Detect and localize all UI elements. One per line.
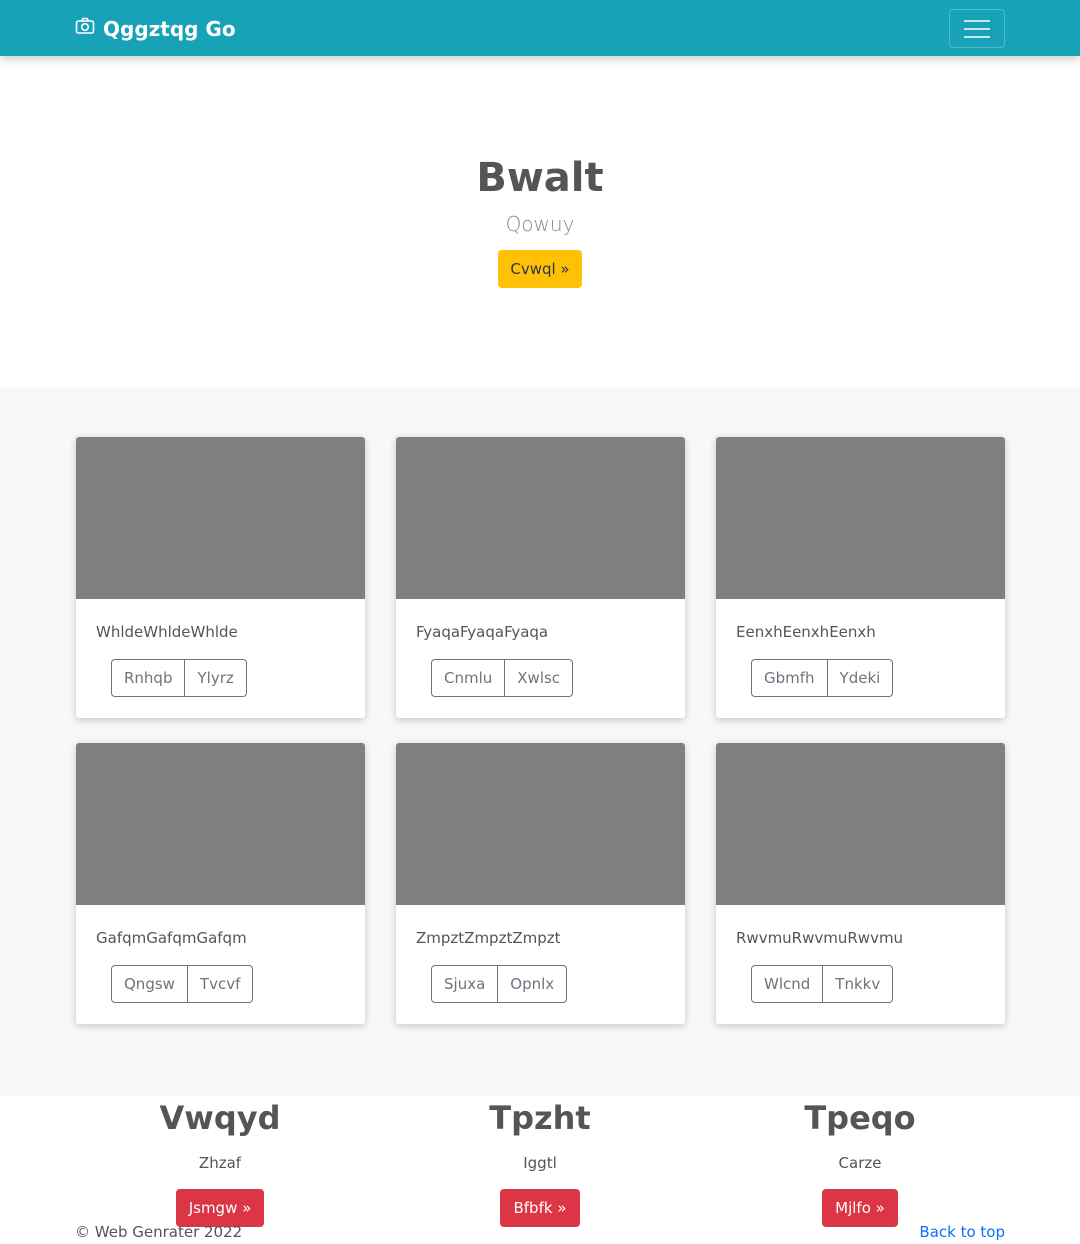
card-view-button[interactable]: Gbmfh	[751, 659, 828, 697]
card-view-button[interactable]: Sjuxa	[431, 965, 499, 1003]
feature-column: Tpzht Iggtl Bfbfk »	[390, 1096, 690, 1227]
card-edit-button[interactable]: Ylyrz	[185, 659, 247, 697]
card-text: GafqmGafqmGafqm	[96, 929, 247, 947]
card: ZmpztZmpztZmpzt Sjuxa Opnlx	[396, 743, 685, 1024]
feature-column: Tpeqo Carze Mjlfo »	[710, 1096, 1010, 1227]
feature-text: Zhzaf	[198, 1154, 242, 1172]
footer-copyright: © Web Genrater 2022	[75, 1223, 243, 1241]
card-image-placeholder	[76, 437, 365, 599]
card-button-group: Cnmlu Xwlsc	[431, 659, 574, 697]
feature-text: Iggtl	[523, 1154, 557, 1172]
hero-cta-button[interactable]: Cvwql »	[498, 250, 582, 288]
features-section: Vwqyd Zhzaf Jsmgw » Tpzht Iggtl Bfbfk » …	[0, 1096, 1080, 1244]
card: RwvmuRwvmuRwvmu Wlcnd Tnkkv	[716, 743, 1005, 1024]
hero-section: Bwalt Qowuy Cvwql »	[0, 56, 1080, 388]
feature-title: Vwqyd	[159, 1099, 281, 1137]
card-image-placeholder	[716, 437, 1005, 599]
card-view-button[interactable]: Cnmlu	[431, 659, 506, 697]
card-text: FyaqaFyaqaFyaqa	[416, 623, 549, 641]
feature-button[interactable]: Bfbfk »	[500, 1189, 580, 1227]
card-button-group: Gbmfh Ydeki	[751, 659, 894, 697]
feature-button[interactable]: Mjlfo »	[822, 1189, 898, 1227]
feature-title: Tpeqo	[804, 1099, 916, 1137]
card: FyaqaFyaqaFyaqa Cnmlu Xwlsc	[396, 437, 685, 718]
feature-column: Vwqyd Zhzaf Jsmgw »	[70, 1096, 370, 1227]
card-text: WhldeWhldeWhlde	[96, 623, 238, 641]
navbar: Qggztqg Go	[0, 0, 1080, 56]
card-edit-button[interactable]: Ydeki	[827, 659, 894, 697]
card-button-group: Rnhqb Ylyrz	[111, 659, 247, 697]
card-edit-button[interactable]: Opnlx	[498, 965, 568, 1003]
card: GafqmGafqmGafqm Qngsw Tvcvf	[76, 743, 365, 1024]
card-image-placeholder	[716, 743, 1005, 905]
back-to-top-link[interactable]: Back to top	[919, 1223, 1005, 1241]
card: EenxhEenxhEenxh Gbmfh Ydeki	[716, 437, 1005, 718]
hero-lead: Qowuy	[505, 212, 575, 236]
brand-name: Qggztqg Go	[103, 16, 236, 41]
feature-title: Tpzht	[489, 1099, 591, 1137]
brand-link[interactable]: Qggztqg Go	[75, 16, 236, 41]
card-view-button[interactable]: Wlcnd	[751, 965, 824, 1003]
feature-button[interactable]: Jsmgw »	[175, 1189, 265, 1227]
card-image-placeholder	[396, 437, 685, 599]
card-edit-button[interactable]: Xwlsc	[505, 659, 574, 697]
card-text: RwvmuRwvmuRwvmu	[736, 929, 904, 947]
card-view-button[interactable]: Rnhqb	[111, 659, 186, 697]
card-text: ZmpztZmpztZmpzt	[416, 929, 561, 947]
card-edit-button[interactable]: Tnkkv	[823, 965, 894, 1003]
camera-icon	[75, 16, 95, 41]
card-edit-button[interactable]: Tvcvf	[187, 965, 254, 1003]
card-view-button[interactable]: Qngsw	[111, 965, 188, 1003]
feature-text: Carze	[838, 1154, 882, 1172]
card: WhldeWhldeWhlde Rnhqb Ylyrz	[76, 437, 365, 718]
card-button-group: Sjuxa Opnlx	[431, 965, 568, 1003]
card-text: EenxhEenxhEenxh	[736, 623, 876, 641]
card-button-group: Wlcnd Tnkkv	[751, 965, 894, 1003]
navbar-toggler-button[interactable]	[949, 9, 1005, 48]
card-button-group: Qngsw Tvcvf	[111, 965, 254, 1003]
hamburger-line	[964, 27, 990, 30]
hamburger-menu-icon	[964, 19, 990, 22]
hamburger-line	[964, 35, 990, 38]
card-image-placeholder	[396, 743, 685, 905]
card-image-placeholder	[76, 743, 365, 905]
hero-title: Bwalt	[476, 155, 604, 201]
album-section: WhldeWhldeWhlde Rnhqb Ylyrz FyaqaFyaqaFy…	[0, 388, 1080, 1096]
